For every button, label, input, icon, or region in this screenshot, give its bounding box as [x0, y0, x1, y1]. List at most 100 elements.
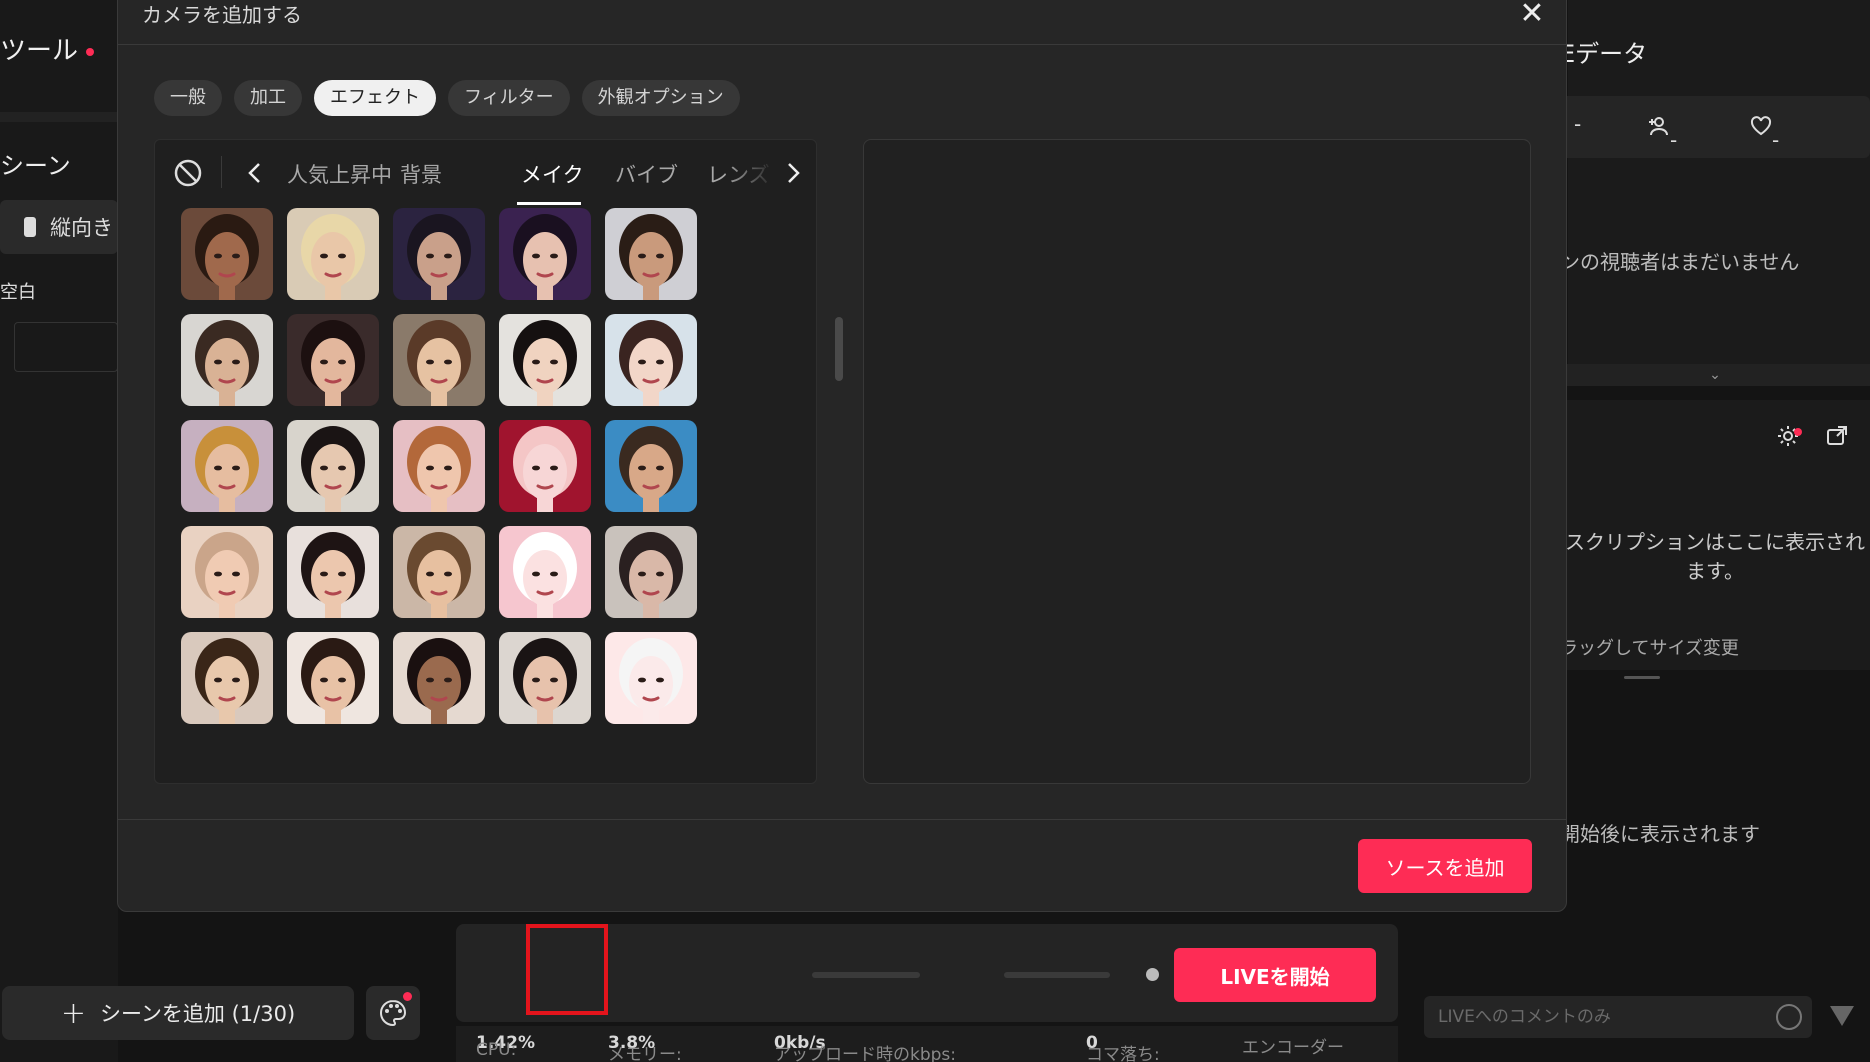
- portrait-scene-item[interactable]: 縦向き: [0, 200, 118, 254]
- tools-label: ツール: [0, 36, 79, 66]
- scene-source-box[interactable]: [14, 322, 118, 372]
- comment-input[interactable]: [1424, 996, 1812, 1038]
- effect-thumbnail[interactable]: [287, 420, 379, 512]
- effect-thumbnail[interactable]: [499, 526, 591, 618]
- memory-stat: メモリー: 3.8%: [608, 1033, 682, 1062]
- effect-thumbnail[interactable]: [605, 632, 697, 724]
- no-viewers-text: ンの視聴者はまだいません: [1560, 250, 1800, 274]
- palette-notification-dot: [403, 992, 412, 1001]
- effect-thumbnail[interactable]: [393, 314, 485, 406]
- footer-divider: [118, 819, 1566, 820]
- add-scene-label: シーンを追加 (1/30): [99, 1002, 296, 1026]
- effect-thumbnail[interactable]: [181, 632, 273, 724]
- active-category-underline: [517, 202, 581, 205]
- add-scene-button[interactable]: + シーンを追加 (1/30): [2, 986, 354, 1040]
- palette-button[interactable]: [366, 986, 420, 1040]
- emoji-icon[interactable]: [1776, 1004, 1802, 1030]
- after-start-text: 開始後に表示されます: [1560, 822, 1760, 846]
- effect-thumbnail[interactable]: [181, 420, 273, 512]
- effect-thumbnail[interactable]: [393, 632, 485, 724]
- subscription-tools: [1776, 424, 1849, 454]
- category-bar: 人気上昇中 背景 メイク バイブ レンズ: [155, 140, 816, 206]
- effects-scrollbar[interactable]: [835, 317, 843, 381]
- dialog-title: カメラを追加する: [142, 3, 302, 27]
- category-background[interactable]: 背景: [400, 159, 442, 189]
- tab-appearance[interactable]: 外観オプション: [581, 80, 740, 116]
- stat-likes-value: -: [1772, 128, 1780, 152]
- effects-panel: 人気上昇中 背景 メイク バイブ レンズ: [154, 139, 817, 784]
- tools-heading: ツール: [0, 30, 95, 67]
- effect-thumbnail[interactable]: [287, 632, 379, 724]
- stat-followers: -: [1648, 112, 1677, 152]
- dropped-stat: コマ落ち: 0: [1086, 1033, 1160, 1062]
- effect-thumbnail[interactable]: [605, 208, 697, 300]
- live-stats-bar: - - -: [1560, 96, 1870, 158]
- tab-general[interactable]: 一般: [154, 80, 222, 116]
- live-data-title: Eデータ: [1560, 40, 1648, 68]
- popout-icon[interactable]: [1825, 424, 1849, 448]
- settings-notification-dot: [1794, 428, 1802, 436]
- effect-thumbnail[interactable]: [605, 314, 697, 406]
- effect-thumbnail[interactable]: [181, 526, 273, 618]
- category-divider: [221, 156, 222, 188]
- effect-thumbnail[interactable]: [181, 314, 273, 406]
- category-trending[interactable]: 人気上昇中: [287, 159, 392, 189]
- effect-thumbnail[interactable]: [393, 208, 485, 300]
- chevron-left-icon[interactable]: [245, 158, 265, 188]
- camera-preview: [863, 139, 1531, 784]
- effect-thumbnail[interactable]: [181, 208, 273, 300]
- effects-grid: [155, 206, 816, 783]
- effects-highlight-box: [526, 924, 608, 1015]
- stat-followers-value: -: [1670, 128, 1678, 152]
- left-divider: [0, 112, 118, 122]
- status-bar: CPU: 1.42% メモリー: 3.8% アップロード時のkbps: 0kb/…: [456, 1026, 1398, 1062]
- blank-label: 空白: [0, 282, 36, 303]
- resize-hint: ラッグしてサイズ変更: [1560, 638, 1739, 659]
- heart-icon: [1750, 115, 1772, 135]
- upload-stat: アップロード時のkbps: 0kb/s: [774, 1033, 956, 1062]
- settings-tabs: 一般 加工 エフェクト フィルター 外観オプション: [154, 80, 740, 116]
- effect-thumbnail[interactable]: [287, 314, 379, 406]
- effect-thumbnail[interactable]: [393, 526, 485, 618]
- category-vibe[interactable]: バイブ: [615, 159, 678, 189]
- effect-thumbnail[interactable]: [499, 632, 591, 724]
- upload-label: アップロード時のkbps:: [774, 1045, 957, 1062]
- volume-slider[interactable]: [812, 972, 920, 978]
- effect-thumbnail[interactable]: [605, 420, 697, 512]
- effect-thumbnail[interactable]: [287, 526, 379, 618]
- memory-label: メモリー:: [608, 1045, 682, 1062]
- start-live-button[interactable]: LIVEを開始: [1174, 948, 1376, 1002]
- close-icon[interactable]: ✕: [1514, 0, 1550, 33]
- tab-processing[interactable]: 加工: [234, 80, 302, 116]
- effect-thumbnail[interactable]: [393, 420, 485, 512]
- add-user-icon: [1649, 116, 1668, 135]
- add-source-button[interactable]: ソースを追加: [1358, 839, 1532, 893]
- subscription-description: スクリプションはここに表示されます。: [1565, 530, 1865, 583]
- palette-icon: [380, 999, 407, 1027]
- add-camera-dialog: カメラを追加する ✕ 一般 加工 エフェクト フィルター 外観オプション 人気上…: [117, 0, 1567, 912]
- chevron-right-icon[interactable]: [783, 158, 803, 188]
- stat-likes: -: [1750, 112, 1779, 152]
- dialog-header: カメラを追加する ✕: [118, 0, 1566, 45]
- effect-thumbnail[interactable]: [605, 526, 697, 618]
- mic-level-dot: [1146, 968, 1159, 981]
- effect-thumbnail[interactable]: [287, 208, 379, 300]
- effect-thumbnail[interactable]: [499, 208, 591, 300]
- effect-thumbnail[interactable]: [499, 420, 591, 512]
- portrait-label: 縦向き: [50, 216, 113, 240]
- tab-filters[interactable]: フィルター: [448, 80, 570, 116]
- encoder-stat: エンコーダー: [1242, 1038, 1344, 1058]
- category-makeup[interactable]: メイク: [521, 159, 584, 189]
- scene-heading: シーン: [0, 152, 71, 180]
- mic-slider[interactable]: [1004, 972, 1110, 978]
- send-icon[interactable]: [1830, 1006, 1854, 1026]
- effect-thumbnail[interactable]: [499, 314, 591, 406]
- resize-handle[interactable]: [1624, 676, 1660, 679]
- cpu-stat: CPU: 1.42%: [476, 1033, 535, 1060]
- expand-chevron-icon[interactable]: ⌄: [1560, 364, 1870, 386]
- tab-effects[interactable]: エフェクト: [314, 80, 436, 116]
- stat-viewers: -: [1574, 112, 1582, 136]
- category-fade: [725, 150, 775, 196]
- no-effect-icon[interactable]: [173, 158, 203, 188]
- phone-icon: [24, 217, 36, 237]
